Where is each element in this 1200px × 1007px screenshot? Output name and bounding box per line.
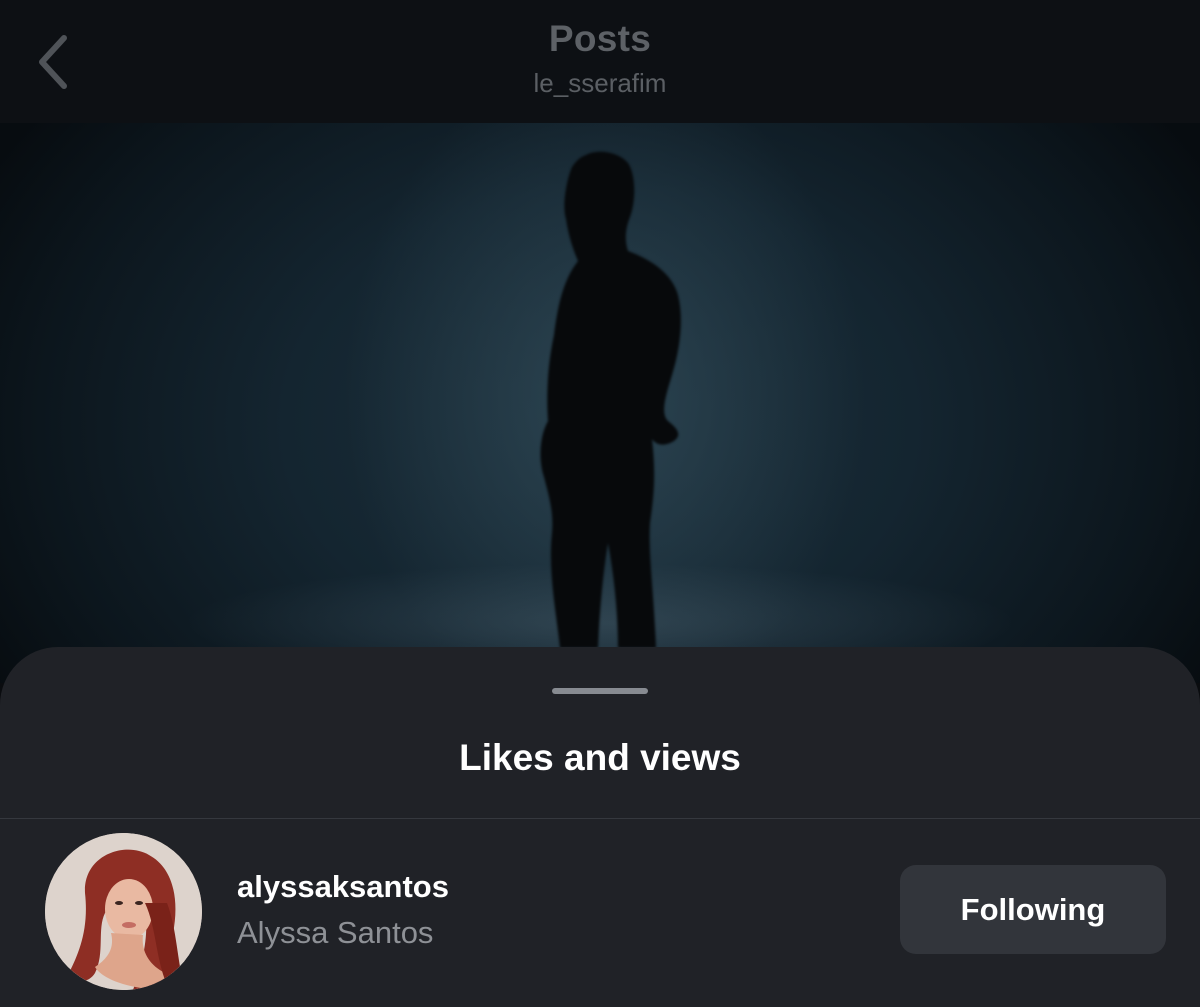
likes-sheet: Likes and views alyssaksantos Alyssa San…: [0, 647, 1200, 1007]
page-subtitle[interactable]: le_sserafim: [0, 68, 1200, 99]
silhouette-figure: [540, 151, 681, 648]
top-nav: Posts le_sserafim: [0, 0, 1200, 123]
full-name: Alyssa Santos: [237, 915, 434, 950]
sheet-title: Likes and views: [459, 737, 741, 778]
user-list-item[interactable]: alyssaksantos Alyssa Santos Following: [0, 819, 1200, 1007]
following-button[interactable]: Following: [900, 865, 1166, 954]
screen: Posts le_sserafim Likes and views alyssa…: [0, 0, 1200, 1007]
page-title: Posts: [548, 18, 652, 59]
post-image[interactable]: [0, 123, 1200, 683]
username[interactable]: alyssaksantos: [237, 869, 449, 905]
sheet-grabber[interactable]: [552, 688, 648, 694]
avatar[interactable]: [45, 833, 202, 990]
profile-photo: [45, 833, 202, 990]
